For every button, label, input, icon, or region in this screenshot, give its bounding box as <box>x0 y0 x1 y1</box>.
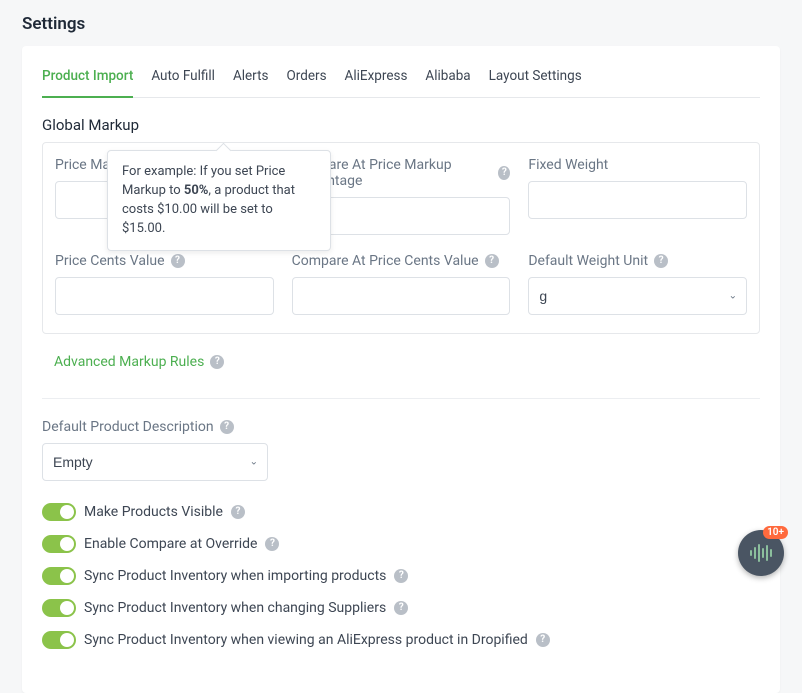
toggle-sync-inventory-aliexpress-view[interactable] <box>42 631 76 649</box>
help-icon[interactable]: ? <box>394 569 408 583</box>
tab-alibaba[interactable]: Alibaba <box>425 64 470 98</box>
label-default-product-description: Default Product Description <box>42 419 214 435</box>
input-price-cents-value[interactable] <box>55 277 274 315</box>
fab-badge: 10+ <box>763 526 788 539</box>
toggle-row-enable-compare-override: Enable Compare at Override ? <box>42 535 760 553</box>
help-icon[interactable]: ? <box>220 420 234 434</box>
toggle-make-products-visible[interactable] <box>42 503 76 521</box>
toggle-label: Enable Compare at Override <box>84 536 257 552</box>
settings-card: Product Import Auto Fulfill Alerts Order… <box>22 46 780 693</box>
advanced-markup-rules-label: Advanced Markup Rules <box>54 354 204 370</box>
toggle-row-sync-inventory-aliexpress-view: Sync Product Inventory when viewing an A… <box>42 631 760 649</box>
global-markup-heading: Global Markup <box>42 116 760 134</box>
tab-aliexpress[interactable]: AliExpress <box>345 64 408 98</box>
help-icon[interactable]: ? <box>394 601 408 615</box>
toggle-sync-inventory-suppliers[interactable] <box>42 599 76 617</box>
tab-orders[interactable]: Orders <box>286 64 326 98</box>
page-title: Settings <box>0 0 802 46</box>
select-default-product-description[interactable]: Empty <box>42 443 268 481</box>
advanced-markup-rules-link[interactable]: Advanced Markup Rules ? <box>54 354 760 370</box>
label-compare-at-price-cents-value: Compare At Price Cents Value <box>292 253 479 269</box>
toggle-row-make-products-visible: Make Products Visible ? <box>42 503 760 521</box>
chat-fab[interactable]: 10+ <box>738 530 784 576</box>
toggle-row-sync-inventory-suppliers: Sync Product Inventory when changing Sup… <box>42 599 760 617</box>
toggle-label: Sync Product Inventory when viewing an A… <box>84 632 528 648</box>
label-fixed-weight: Fixed Weight <box>528 157 608 173</box>
toggle-row-sync-inventory-import: Sync Product Inventory when importing pr… <box>42 567 760 585</box>
help-icon[interactable]: ? <box>536 633 550 647</box>
select-default-weight-unit[interactable]: g <box>528 277 747 315</box>
help-icon[interactable]: ? <box>210 355 224 369</box>
tab-layout-settings[interactable]: Layout Settings <box>489 64 582 98</box>
input-fixed-weight[interactable] <box>528 181 747 219</box>
tab-alerts[interactable]: Alerts <box>233 64 269 98</box>
help-icon[interactable]: ? <box>498 166 510 180</box>
field-compare-at-price-cents-value: Compare At Price Cents Value ? <box>292 253 511 315</box>
help-icon[interactable]: ? <box>231 505 245 519</box>
tooltip-text-bold: 50% <box>184 183 209 198</box>
toggle-label: Sync Product Inventory when importing pr… <box>84 568 386 584</box>
help-icon[interactable]: ? <box>485 254 499 268</box>
label-default-weight-unit: Default Weight Unit <box>528 253 648 269</box>
toggle-sync-inventory-import[interactable] <box>42 567 76 585</box>
divider <box>42 398 760 399</box>
input-compare-at-price-cents-value[interactable] <box>292 277 511 315</box>
help-icon[interactable]: ? <box>654 254 668 268</box>
label-price-cents-value: Price Cents Value <box>55 253 165 269</box>
field-price-cents-value: Price Cents Value ? <box>55 253 274 315</box>
tooltip-price-markup: For example: If you set Price Markup to … <box>107 150 331 251</box>
audio-wave-icon <box>750 544 772 562</box>
field-default-weight-unit: Default Weight Unit ? g ⌄ <box>528 253 747 315</box>
tabs: Product Import Auto Fulfill Alerts Order… <box>42 46 760 98</box>
toggle-enable-compare-override[interactable] <box>42 535 76 553</box>
tab-auto-fulfill[interactable]: Auto Fulfill <box>151 64 215 98</box>
help-icon[interactable]: ? <box>171 254 185 268</box>
toggle-label: Sync Product Inventory when changing Sup… <box>84 600 386 616</box>
field-fixed-weight: Fixed Weight <box>528 157 747 235</box>
toggle-label: Make Products Visible <box>84 504 223 520</box>
help-icon[interactable]: ? <box>265 537 279 551</box>
tab-product-import[interactable]: Product Import <box>42 64 133 98</box>
